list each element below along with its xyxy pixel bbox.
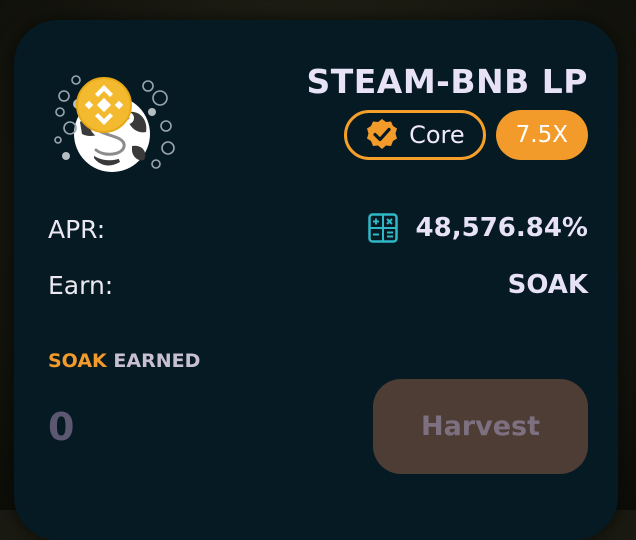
earned-amount: 0 — [48, 405, 75, 449]
multiplier-badge: 7.5X — [495, 110, 588, 160]
harvest-button[interactable]: Harvest — [373, 379, 588, 474]
earned-token-label: SOAK — [48, 350, 107, 372]
apr-value: 48,576.84% — [415, 213, 588, 243]
apr-label: APR: — [48, 215, 106, 244]
earned-heading: SOAK EARNED — [48, 350, 200, 372]
earn-label: Earn: — [48, 271, 114, 300]
earned-word-label: EARNED — [113, 350, 201, 372]
steam-bnb-pair-icon — [54, 75, 175, 172]
farm-badges: Core 7.5X — [344, 110, 588, 160]
verified-badge-icon — [367, 119, 398, 149]
apr-value-row: 48,576.84% — [367, 213, 588, 243]
farm-title: STEAM-BNB LP — [306, 62, 588, 101]
core-badge: Core — [344, 110, 486, 160]
earn-value: SOAK — [507, 270, 588, 300]
core-badge-label: Core — [409, 121, 465, 149]
calculator-icon[interactable] — [367, 213, 398, 243]
